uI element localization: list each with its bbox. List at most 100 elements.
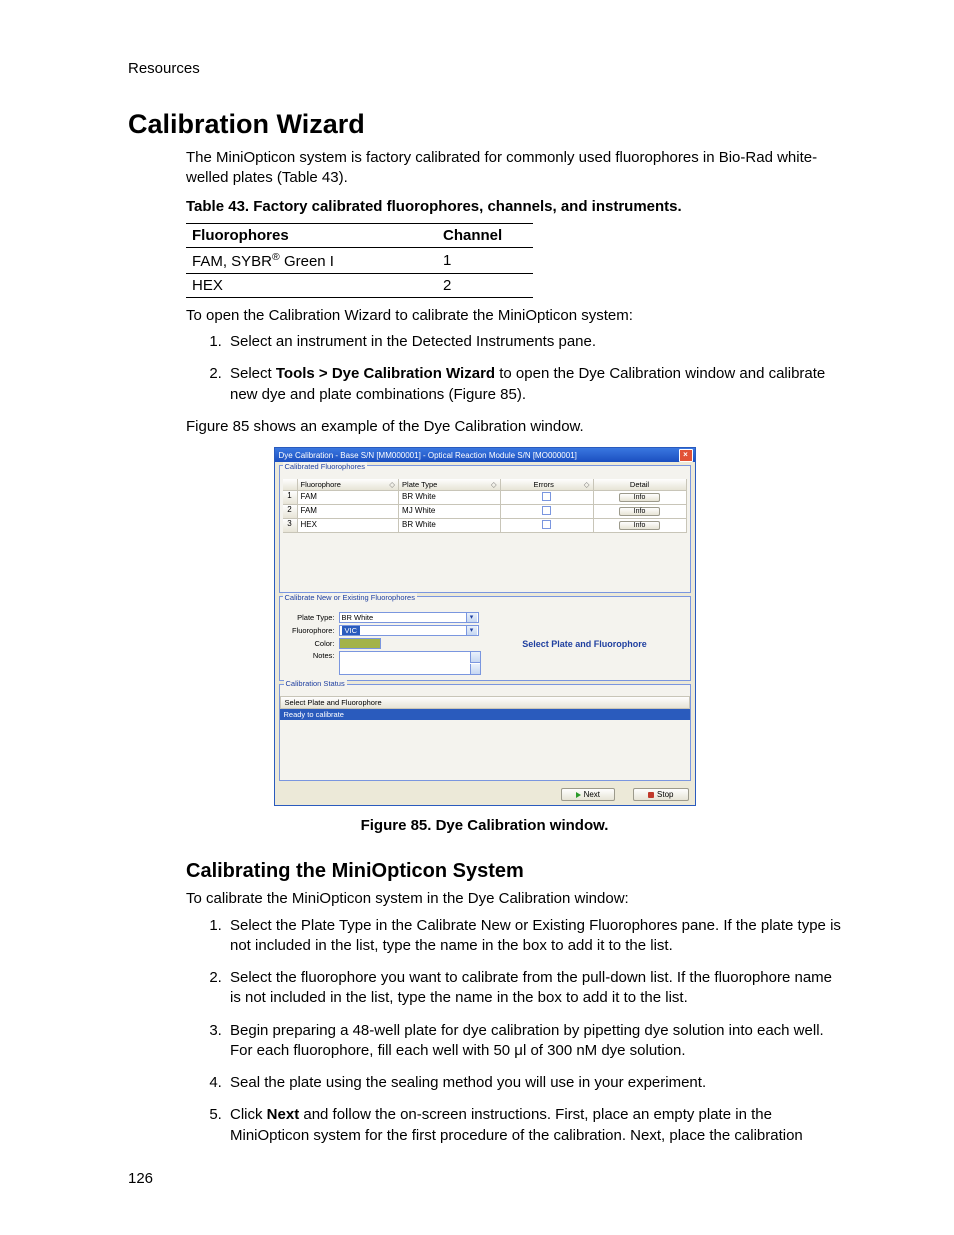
page-title: Calibration Wizard — [128, 109, 841, 140]
play-icon — [576, 792, 581, 798]
calibrate-new-group: Calibrate New or Existing Fluorophores P… — [279, 596, 691, 681]
figure-intro: Figure 85 shows an example of the Dye Ca… — [186, 417, 841, 437]
grid-empty-space — [283, 533, 687, 589]
status-empty-space — [280, 720, 690, 780]
intro-paragraph: The MiniOpticon system is factory calibr… — [186, 148, 841, 189]
cell-detail: Info — [594, 505, 687, 518]
fluorophore-dropdown[interactable]: VIC — [339, 625, 479, 636]
cell-errors — [501, 519, 594, 532]
info-button[interactable]: Info — [619, 521, 661, 530]
text: Select — [230, 365, 276, 382]
hint-text: Select Plate and Fluorophore — [522, 639, 647, 649]
text: Click — [230, 1106, 267, 1123]
plate-type-label: Plate Type: — [283, 613, 339, 622]
stop-button[interactable]: Stop — [633, 788, 688, 801]
sort-icon[interactable]: ◇ — [491, 480, 497, 489]
checkbox-icon[interactable] — [542, 520, 551, 529]
cell-text: HEX — [192, 277, 223, 294]
list-item: Select an instrument in the Detected Ins… — [226, 332, 841, 352]
list-item: Select Tools > Dye Calibration Wizard to… — [226, 364, 841, 405]
grid-row[interactable]: 3 HEX BR White Info — [283, 519, 687, 533]
dropdown-value: VIC — [342, 626, 361, 635]
plate-type-dropdown[interactable]: BR White — [339, 612, 479, 623]
row-number: 2 — [283, 505, 298, 518]
calibration-status-group: Calibration Status Select Plate and Fluo… — [279, 684, 691, 781]
notes-textarea[interactable] — [339, 651, 481, 675]
col-header-errors[interactable]: Errors ◇ — [501, 479, 594, 490]
button-label: Stop — [657, 790, 673, 799]
registered-mark: ® — [272, 251, 280, 263]
cell-detail: Info — [594, 491, 687, 504]
close-icon[interactable]: × — [679, 449, 693, 462]
stop-icon — [648, 792, 654, 798]
header-text: Plate Type — [402, 480, 437, 489]
status-header: Select Plate and Fluorophore — [280, 696, 690, 709]
cell-plate-type: BR White — [399, 491, 501, 504]
checkbox-icon[interactable] — [542, 506, 551, 515]
grid-row[interactable]: 2 FAM MJ White Info — [283, 505, 687, 519]
table-caption: Table 43. Factory calibrated fluorophore… — [186, 197, 841, 217]
col-header-fluorophore[interactable]: Fluorophore ◇ — [298, 479, 400, 490]
list-item: Begin preparing a 48-well plate for dye … — [226, 1021, 841, 1062]
cell-text: 1 — [437, 247, 533, 273]
bold-text: Next — [267, 1106, 300, 1123]
open-intro: To open the Calibration Wizard to calibr… — [186, 306, 841, 326]
cell-fluorophore: FAM — [298, 505, 400, 518]
header-text: Fluorophore — [301, 480, 341, 489]
list-item: Seal the plate using the sealing method … — [226, 1073, 841, 1093]
page-number: 126 — [128, 1170, 153, 1187]
section-heading: Calibrating the MiniOpticon System — [186, 860, 841, 883]
info-button[interactable]: Info — [619, 507, 661, 516]
titlebar: Dye Calibration - Base S/N [MM000001] - … — [275, 448, 695, 462]
notes-label: Notes: — [283, 651, 339, 660]
cell-text: Green I — [280, 253, 334, 270]
checkbox-icon[interactable] — [542, 492, 551, 501]
header-text: Errors — [533, 480, 553, 489]
color-swatch[interactable] — [339, 638, 381, 649]
grid-row[interactable]: 1 FAM BR White Info — [283, 491, 687, 505]
button-row: Next Stop — [275, 784, 695, 805]
col-header-detail: Detail — [594, 479, 687, 490]
text: and follow the on-screen instructions. F… — [230, 1106, 803, 1143]
figure-caption: Figure 85. Dye Calibration window. — [128, 816, 841, 836]
cell-fluorophore: FAM — [298, 491, 400, 504]
cell-plate-type: MJ White — [399, 505, 501, 518]
calibrated-fluorophores-group: Calibrated Fluorophores Fluorophore ◇ Pl… — [279, 465, 691, 593]
cell-errors — [501, 505, 594, 518]
status-row: Ready to calibrate — [280, 709, 690, 720]
table-row: FAM, SYBR® Green I 1 — [186, 247, 533, 273]
col-header-plate-type[interactable]: Plate Type ◇ — [399, 479, 501, 490]
cal-intro: To calibrate the MiniOpticon system in t… — [186, 889, 841, 909]
list-item: Select the Plate Type in the Calibrate N… — [226, 916, 841, 957]
list-item: Select the fluorophore you want to calib… — [226, 968, 841, 1009]
grid-header-row: Fluorophore ◇ Plate Type ◇ Errors ◇ Deta… — [283, 479, 687, 491]
row-number-header — [283, 479, 298, 490]
table-header-fluorophores: Fluorophores — [186, 223, 437, 247]
list-item: Click Next and follow the on-screen inst… — [226, 1105, 841, 1146]
cell-fluorophore: HEX — [298, 519, 400, 532]
next-button[interactable]: Next — [561, 788, 615, 801]
header-text: Detail — [630, 480, 649, 489]
row-number: 3 — [283, 519, 298, 532]
cell-text: FAM, SYBR — [192, 253, 272, 270]
color-label: Color: — [283, 639, 339, 648]
row-number: 1 — [283, 491, 298, 504]
sort-icon[interactable]: ◇ — [584, 480, 590, 489]
dye-calibration-window: Dye Calibration - Base S/N [MM000001] - … — [274, 447, 696, 806]
running-head: Resources — [128, 60, 841, 77]
cell-text: 2 — [437, 273, 533, 297]
table-row: HEX 2 — [186, 273, 533, 297]
menu-path: Tools > Dye Calibration Wizard — [276, 365, 495, 382]
group-title: Calibrate New or Existing Fluorophores — [283, 593, 417, 602]
group-title: Calibration Status — [284, 679, 347, 688]
info-button[interactable]: Info — [619, 493, 661, 502]
button-label: Next — [584, 790, 600, 799]
sort-icon[interactable]: ◇ — [389, 480, 395, 489]
fluorophore-table: Fluorophores Channel FAM, SYBR® Green I … — [186, 223, 533, 298]
table-header-channel: Channel — [437, 223, 533, 247]
cell-errors — [501, 491, 594, 504]
window-title: Dye Calibration - Base S/N [MM000001] - … — [279, 451, 577, 460]
fluorophore-label: Fluorophore: — [283, 626, 339, 635]
group-title: Calibrated Fluorophores — [283, 462, 367, 471]
cell-plate-type: BR White — [399, 519, 501, 532]
